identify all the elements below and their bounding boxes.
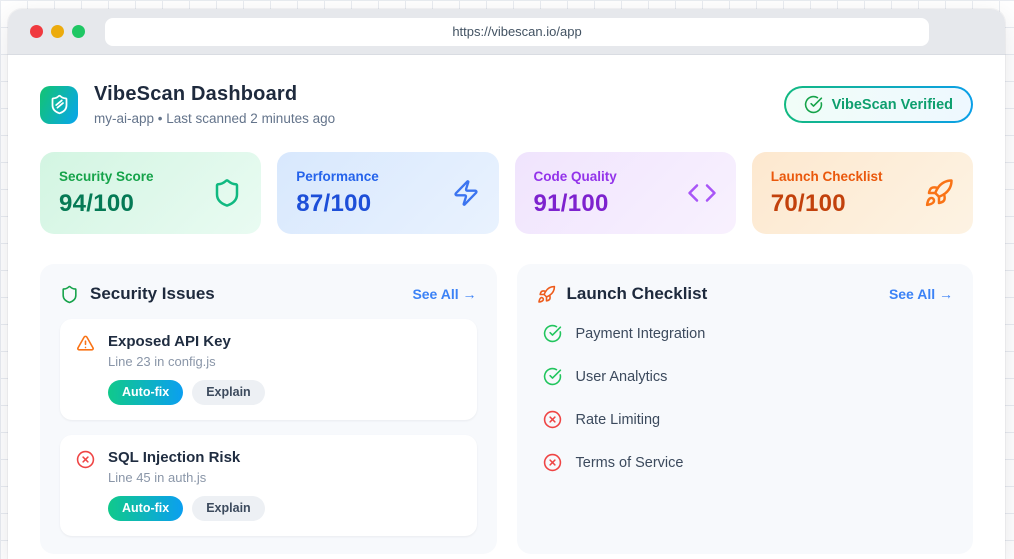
stat-text: Security Score 94/100 bbox=[59, 169, 154, 218]
check-circle-icon bbox=[543, 324, 562, 343]
security-see-all-link[interactable]: See All → bbox=[412, 286, 476, 302]
checklist-item-label: Terms of Service bbox=[575, 454, 684, 471]
explain-button[interactable]: Explain bbox=[192, 496, 265, 521]
stat-text: Code Quality 91/100 bbox=[534, 169, 617, 218]
warning-triangle-icon bbox=[76, 334, 95, 353]
shield-icon bbox=[212, 178, 242, 208]
issue-row: Exposed API Key Line 23 in config.js bbox=[76, 333, 461, 369]
issue-location: Line 45 in auth.js bbox=[108, 470, 207, 485]
issue-title: SQL Injection Risk bbox=[108, 449, 241, 466]
check-circle-icon bbox=[804, 95, 823, 114]
issue-actions: Auto-fix Explain bbox=[76, 380, 461, 405]
security-panel-header: Security Issues See All → bbox=[60, 284, 477, 304]
issue-card-exposed-api-key: Exposed API Key Line 23 in config.js Aut… bbox=[60, 319, 477, 420]
url-bar[interactable]: https://vibescan.io/app bbox=[105, 17, 929, 46]
rocket-icon bbox=[537, 285, 556, 304]
stat-label: Launch Checklist bbox=[770, 168, 883, 184]
stat-text: Performance 87/100 bbox=[296, 169, 379, 218]
checklist-item-payment-integration[interactable]: Payment Integration bbox=[537, 312, 954, 355]
checklist-item-user-analytics[interactable]: User Analytics bbox=[537, 355, 954, 398]
issue-card-sql-injection: SQL Injection Risk Line 45 in auth.js Au… bbox=[60, 435, 477, 536]
stat-label: Code Quality bbox=[533, 168, 617, 184]
minimize-window-button[interactable] bbox=[51, 25, 64, 38]
close-window-button[interactable] bbox=[30, 25, 43, 38]
check-circle-icon bbox=[543, 367, 562, 386]
verified-badge[interactable]: VibeScan Verified bbox=[783, 86, 973, 123]
stat-label: Security Score bbox=[59, 168, 154, 184]
launch-checklist-panel: Launch Checklist See All → Payment Integ… bbox=[516, 264, 973, 554]
browser-window: https://vibescan.io/app VibeScan Dashboa… bbox=[8, 9, 1005, 559]
stat-value: 70/100 bbox=[770, 189, 846, 217]
url-text: https://vibescan.io/app bbox=[452, 24, 582, 39]
stat-value: 91/100 bbox=[533, 189, 609, 217]
shield-logo-icon bbox=[49, 94, 70, 115]
stats-row: Security Score 94/100 Performance 87/100 bbox=[40, 152, 973, 234]
stat-text: Launch Checklist 70/100 bbox=[771, 169, 883, 218]
header-text: VibeScan Dashboard my-ai-app • Last scan… bbox=[94, 83, 335, 126]
stat-card-code-quality[interactable]: Code Quality 91/100 bbox=[514, 152, 736, 234]
issue-row: SQL Injection Risk Line 45 in auth.js bbox=[76, 449, 461, 485]
zap-icon bbox=[452, 179, 480, 207]
issue-title: Exposed API Key bbox=[108, 333, 231, 350]
security-panel-title: Security Issues bbox=[90, 284, 215, 303]
issue-text: Exposed API Key Line 23 in config.js bbox=[108, 333, 231, 369]
auto-fix-button[interactable]: Auto-fix bbox=[108, 380, 184, 405]
stat-card-security-score[interactable]: Security Score 94/100 bbox=[40, 152, 262, 234]
stat-value: 87/100 bbox=[296, 189, 372, 217]
checklist-item-label: Payment Integration bbox=[575, 325, 706, 342]
x-circle-icon bbox=[76, 450, 95, 469]
x-circle-icon bbox=[543, 410, 562, 429]
issue-text: SQL Injection Risk Line 45 in auth.js bbox=[108, 449, 240, 485]
dashboard-content: VibeScan Dashboard my-ai-app • Last scan… bbox=[8, 55, 1005, 554]
issue-actions: Auto-fix Explain bbox=[76, 496, 461, 521]
checklist-item-label: User Analytics bbox=[575, 368, 668, 385]
page-subtitle: my-ai-app • Last scanned 2 minutes ago bbox=[94, 111, 336, 126]
verified-badge-label: VibeScan Verified bbox=[831, 96, 953, 113]
launch-see-all-link[interactable]: See All → bbox=[889, 286, 953, 302]
stat-value: 94/100 bbox=[59, 189, 135, 217]
code-icon bbox=[687, 178, 717, 208]
explain-button[interactable]: Explain bbox=[192, 380, 265, 405]
checklist-item-terms-of-service[interactable]: Terms of Service bbox=[537, 441, 954, 484]
issue-location: Line 23 in config.js bbox=[108, 354, 216, 369]
browser-chrome: https://vibescan.io/app bbox=[8, 9, 1005, 55]
verified-badge-inner: VibeScan Verified bbox=[785, 88, 971, 121]
checklist: Payment Integration User Analytics Rate … bbox=[537, 312, 954, 484]
auto-fix-button[interactable]: Auto-fix bbox=[108, 496, 184, 521]
stat-label: Performance bbox=[296, 168, 379, 184]
security-issues-panel: Security Issues See All → Exposed API Ke… bbox=[40, 264, 497, 554]
maximize-window-button[interactable] bbox=[72, 25, 85, 38]
launch-panel-header: Launch Checklist See All → bbox=[537, 284, 953, 304]
x-circle-icon bbox=[543, 453, 562, 472]
panels-row: Security Issues See All → Exposed API Ke… bbox=[40, 264, 973, 554]
dashboard-header: VibeScan Dashboard my-ai-app • Last scan… bbox=[40, 83, 973, 126]
rocket-icon bbox=[924, 178, 954, 208]
shield-icon bbox=[60, 285, 79, 304]
stat-card-launch-checklist[interactable]: Launch Checklist 70/100 bbox=[751, 152, 973, 234]
page-title: VibeScan Dashboard bbox=[94, 83, 298, 105]
vibescan-logo bbox=[40, 85, 78, 124]
checklist-item-rate-limiting[interactable]: Rate Limiting bbox=[537, 398, 954, 441]
stat-card-performance[interactable]: Performance 87/100 bbox=[277, 152, 499, 234]
launch-panel-title: Launch Checklist bbox=[566, 284, 708, 303]
checklist-item-label: Rate Limiting bbox=[575, 411, 661, 428]
